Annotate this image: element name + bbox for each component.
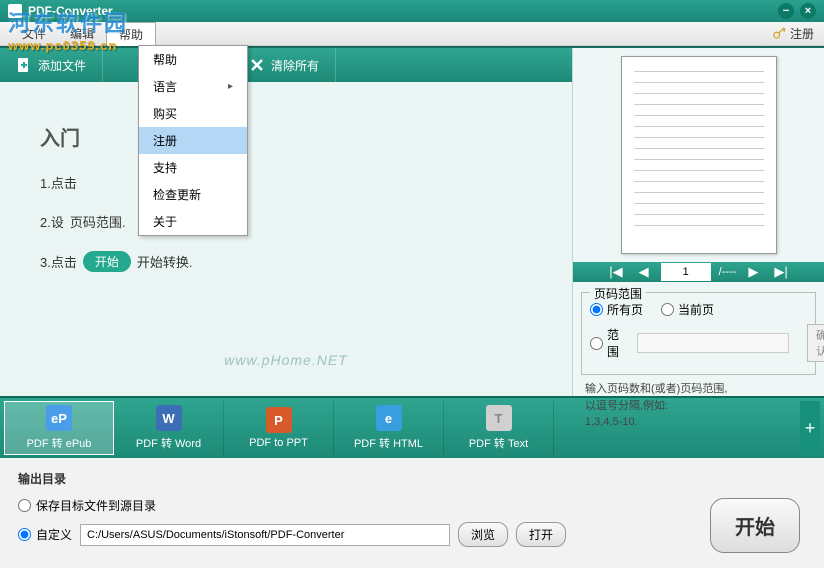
range-hint: 输入页码数和(或者)页码范围, 以逗号分隔,例如: 1,3,4,5-10. (573, 379, 824, 431)
titlebar: PDF-Converter − × (0, 0, 824, 22)
page-number-input[interactable] (661, 263, 711, 281)
register-link[interactable]: 注册 (772, 25, 814, 42)
first-page-button[interactable]: |◀ (605, 262, 626, 282)
menu-help[interactable]: 帮助 (106, 22, 156, 46)
tab-epub[interactable]: eP PDF 转 ePub (4, 401, 114, 455)
main-instructions: 入门 1.点击 2.设页码范围. 3.点击 开始 开始转换. www.pHome… (0, 82, 572, 396)
menu-file[interactable]: 文件 (10, 22, 58, 45)
step-2: 2.设页码范围. (40, 212, 552, 231)
content-area: 添加文件 清除所有 入门 1.点击 2.设页码范围. 3.点击 开始 开始转换.… (0, 46, 824, 396)
dropdown-help[interactable]: 帮助 (139, 46, 247, 73)
range-legend: 页码范围 (590, 285, 646, 302)
tab-ppt[interactable]: P PDF to PPT (224, 401, 334, 455)
window-title: PDF-Converter (28, 4, 113, 18)
text-icon: T (486, 405, 512, 431)
clear-icon (249, 57, 265, 73)
close-button[interactable]: × (800, 3, 816, 19)
dropdown-register[interactable]: 注册 (139, 127, 247, 154)
register-label: 注册 (790, 25, 814, 42)
range-input[interactable] (637, 333, 789, 353)
left-panel: 添加文件 清除所有 入门 1.点击 2.设页码范围. 3.点击 开始 开始转换.… (0, 48, 572, 396)
dropdown-buy[interactable]: 购买 (139, 100, 247, 127)
preview-navbar: |◀ ◀ /---- ▶ ▶| (573, 262, 824, 282)
step-3: 3.点击 开始 开始转换. (40, 251, 552, 272)
watermark-text: www.pHome.NET (224, 352, 347, 368)
dropdown-about[interactable]: 关于 (139, 208, 247, 235)
radio-all-pages[interactable]: 所有页 (590, 301, 643, 318)
word-icon: W (156, 405, 182, 431)
start-button[interactable]: 开始 (710, 498, 800, 553)
confirm-button[interactable]: 确认 (807, 324, 824, 362)
minimize-button[interactable]: − (778, 3, 794, 19)
radio-range[interactable]: 范围 (590, 326, 619, 360)
add-tab-button[interactable]: + (800, 401, 820, 455)
radio-current-page[interactable]: 当前页 (661, 301, 714, 318)
clear-all-button[interactable]: 清除所有 (233, 48, 336, 82)
dropdown-language[interactable]: 语言▸ (139, 73, 247, 100)
help-dropdown: 帮助 语言▸ 购买 注册 支持 检查更新 关于 (138, 45, 248, 236)
tab-html[interactable]: e PDF 转 HTML (334, 401, 444, 455)
radio-custom[interactable]: 自定义 (18, 526, 72, 543)
dropdown-support[interactable]: 支持 (139, 154, 247, 181)
preview-pane (573, 48, 824, 262)
menu-edit[interactable]: 编辑 (58, 22, 106, 45)
html-icon: e (376, 405, 402, 431)
last-page-button[interactable]: ▶| (770, 262, 791, 282)
prev-page-button[interactable]: ◀ (635, 262, 653, 282)
radio-save-source[interactable]: 保存目标文件到源目录 (18, 497, 156, 514)
app-icon (8, 4, 22, 18)
page-total: /---- (719, 266, 737, 278)
add-file-button[interactable]: 添加文件 (0, 48, 103, 82)
add-file-icon (16, 57, 32, 73)
next-page-button[interactable]: ▶ (744, 262, 762, 282)
start-pill-icon: 开始 (83, 251, 131, 272)
menubar: 文件 编辑 帮助 注册 帮助 语言▸ 购买 注册 支持 检查更新 关于 (0, 22, 824, 46)
page-range-group: 页码范围 所有页 当前页 范围 确认 (581, 292, 816, 375)
dropdown-check-update[interactable]: 检查更新 (139, 181, 247, 208)
output-path-input[interactable] (80, 524, 450, 546)
chevron-right-icon: ▸ (228, 81, 233, 92)
open-button[interactable]: 打开 (516, 522, 566, 547)
toolbar: 添加文件 清除所有 (0, 48, 572, 82)
heading: 入门 (40, 122, 552, 151)
output-panel: 输出目录 保存目标文件到源目录 自定义 浏览 打开 开始 (0, 458, 824, 568)
ppt-icon: P (266, 407, 292, 433)
tab-word[interactable]: W PDF 转 Word (114, 401, 224, 455)
preview-page (621, 56, 777, 254)
output-title: 输出目录 (18, 470, 806, 487)
tab-text[interactable]: T PDF 转 Text (444, 401, 554, 455)
key-icon (772, 27, 786, 41)
epub-icon: eP (46, 405, 72, 431)
right-panel: |◀ ◀ /---- ▶ ▶| 页码范围 所有页 当前页 范围 确认 输入页码数… (572, 48, 824, 396)
step-1: 1.点击 (40, 173, 552, 192)
browse-button[interactable]: 浏览 (458, 522, 508, 547)
